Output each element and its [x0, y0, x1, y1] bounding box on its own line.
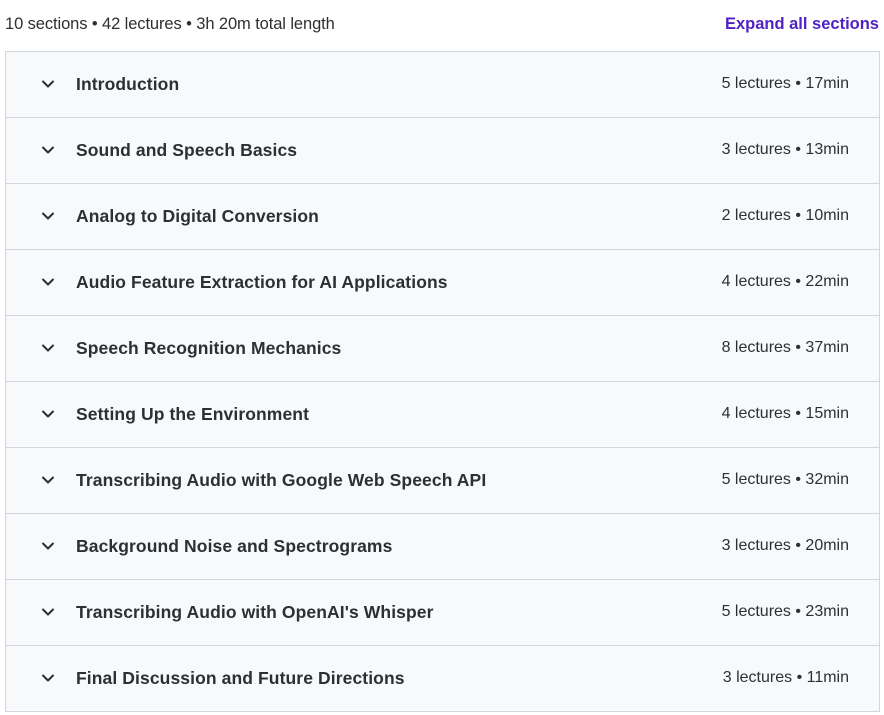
curriculum-section[interactable]: Transcribing Audio with OpenAI's Whisper…: [6, 580, 879, 646]
chevron-down-icon: [42, 146, 54, 154]
curriculum-section[interactable]: Audio Feature Extraction for AI Applicat…: [6, 250, 879, 316]
section-title: Introduction: [76, 74, 180, 94]
curriculum-section[interactable]: Introduction 5 lectures • 17min: [6, 52, 879, 118]
section-title: Audio Feature Extraction for AI Applicat…: [76, 272, 448, 292]
section-title: Sound and Speech Basics: [76, 140, 298, 160]
section-meta: 5 lectures • 17min: [721, 75, 849, 92]
section-title: Analog to Digital Conversion: [76, 206, 319, 226]
section-title: Speech Recognition Mechanics: [76, 338, 342, 358]
curriculum-section[interactable]: Analog to Digital Conversion 2 lectures …: [6, 184, 879, 250]
curriculum-summary-text: 10 sections • 42 lectures • 3h 20m total…: [5, 15, 335, 33]
chevron-down-icon: [42, 212, 54, 220]
chevron-down-icon: [42, 608, 54, 616]
section-meta: 8 lectures • 37min: [721, 339, 849, 356]
expand-all-sections-button[interactable]: Expand all sections: [725, 15, 879, 34]
chevron-down-icon: [42, 80, 54, 88]
section-title: Setting Up the Environment: [76, 404, 310, 424]
chevron-down-icon: [42, 542, 54, 550]
section-meta: 3 lectures • 20min: [721, 537, 849, 554]
chevron-down-icon: [42, 344, 54, 352]
section-meta: 3 lectures • 11min: [722, 669, 849, 686]
curriculum-section[interactable]: Transcribing Audio with Google Web Speec…: [6, 448, 879, 514]
curriculum-section[interactable]: Final Discussion and Future Directions 3…: [6, 646, 879, 712]
curriculum-section[interactable]: Sound and Speech Basics 3 lectures • 13m…: [6, 118, 879, 184]
curriculum-summary-bar: 10 sections • 42 lectures • 3h 20m total…: [0, 0, 884, 51]
section-meta: 2 lectures • 10min: [721, 207, 849, 224]
section-title: Background Noise and Spectrograms: [76, 536, 393, 556]
section-title: Transcribing Audio with OpenAI's Whisper: [76, 602, 434, 622]
section-meta: 4 lectures • 15min: [721, 405, 849, 422]
curriculum-section[interactable]: Background Noise and Spectrograms 3 lect…: [6, 514, 879, 580]
section-meta: 3 lectures • 13min: [721, 141, 849, 158]
section-meta: 4 lectures • 22min: [721, 273, 849, 290]
chevron-down-icon: [42, 674, 54, 682]
chevron-down-icon: [42, 278, 54, 286]
section-title: Transcribing Audio with Google Web Speec…: [76, 470, 487, 490]
curriculum-section-list: Introduction 5 lectures • 17min Sound an…: [5, 51, 880, 712]
section-meta: 5 lectures • 23min: [721, 603, 849, 620]
chevron-down-icon: [42, 410, 54, 418]
chevron-down-icon: [42, 476, 54, 484]
section-meta: 5 lectures • 32min: [721, 471, 849, 488]
section-title: Final Discussion and Future Directions: [76, 668, 405, 688]
curriculum-section[interactable]: Setting Up the Environment 4 lectures • …: [6, 382, 879, 448]
curriculum-section[interactable]: Speech Recognition Mechanics 8 lectures …: [6, 316, 879, 382]
